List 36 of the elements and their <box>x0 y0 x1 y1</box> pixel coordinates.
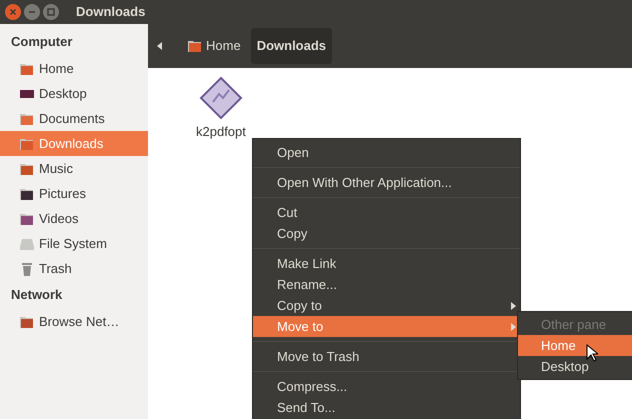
section-heading: Network <box>10 286 64 304</box>
left-arrow-icon[interactable] <box>157 42 163 50</box>
close-icon[interactable] <box>5 4 21 20</box>
sidebar-item[interactable]: Browse Net… <box>0 309 148 334</box>
mouse-pointer-icon <box>586 344 598 362</box>
sidebar-item[interactable]: Videos <box>0 206 148 231</box>
menu-item[interactable]: Copy <box>253 223 520 244</box>
sidebar-item[interactable]: Home <box>0 56 148 81</box>
menu-item[interactable]: Open With Other Application... <box>253 172 520 193</box>
sidebar-item[interactable]: File System <box>0 231 148 256</box>
menu-item[interactable]: Make Link <box>253 253 520 274</box>
maximize-icon[interactable] <box>43 4 59 20</box>
breadcrumb-button[interactable]: Downloads <box>250 28 332 64</box>
minimize-icon[interactable] <box>24 4 40 20</box>
menu-item[interactable]: Cut <box>253 202 520 223</box>
file-icon[interactable] <box>198 76 243 120</box>
home-folder-icon <box>187 38 203 54</box>
file-name: k2pdfopt <box>196 123 246 141</box>
menu-item[interactable]: Copy to <box>253 295 520 316</box>
menu-item[interactable]: Move to Trash <box>253 346 520 367</box>
menu-item[interactable]: Open <box>253 142 520 163</box>
sidebar-item[interactable]: Music <box>0 156 148 181</box>
submenu-arrow-icon <box>511 302 516 310</box>
sidebar-item[interactable]: Documents <box>0 106 148 131</box>
submenu-item[interactable]: Desktop <box>518 356 632 377</box>
breadcrumb-button[interactable]: Home <box>181 28 247 64</box>
sidebar-item[interactable]: Pictures <box>0 181 148 206</box>
section-heading: Computer <box>10 33 74 51</box>
menu-item[interactable]: Send To... <box>253 397 520 418</box>
menu-item[interactable]: Rename... <box>253 274 520 295</box>
menu-item[interactable]: Compress... <box>253 376 520 397</box>
submenu-arrow-icon <box>511 322 516 330</box>
trash-icon <box>19 260 35 276</box>
sidebar-item[interactable]: Trash <box>0 256 148 281</box>
sidebar-item[interactable]: Desktop <box>0 81 148 106</box>
window-title: Downloads <box>76 3 146 22</box>
